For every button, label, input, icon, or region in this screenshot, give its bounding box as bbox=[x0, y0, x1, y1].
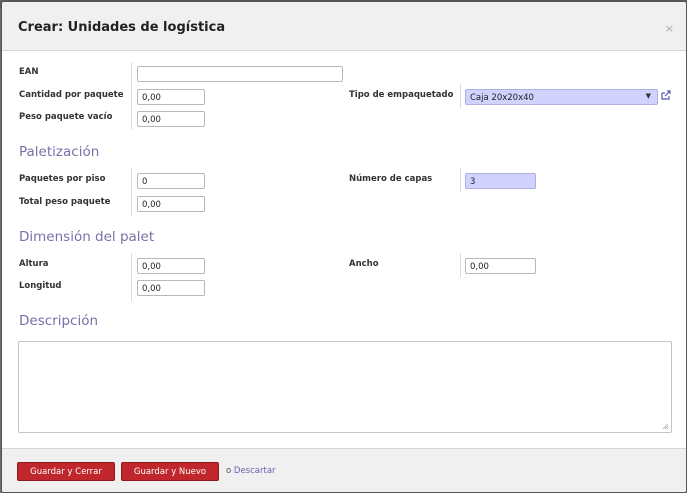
save-close-button[interactable]: Guardar y Cerrar bbox=[17, 462, 115, 481]
ean-label: EAN bbox=[19, 67, 39, 77]
tipo-empaquetado-value: Caja 20x20x40 bbox=[470, 93, 534, 103]
dialog-title: Crear: Unidades de logística bbox=[18, 20, 226, 35]
or-text: o bbox=[226, 466, 232, 476]
label-divider bbox=[460, 84, 461, 108]
external-link-icon[interactable] bbox=[661, 90, 671, 100]
ancho-label: Ancho bbox=[349, 259, 379, 269]
save-new-button[interactable]: Guardar y Nuevo bbox=[121, 462, 219, 481]
label-divider bbox=[131, 62, 132, 130]
peso-paquete-vacio-label: Peso paquete vacío bbox=[19, 112, 113, 122]
chevron-down-icon[interactable]: ▼ bbox=[646, 92, 651, 100]
label-divider bbox=[460, 168, 461, 192]
longitud-field[interactable]: 0,00 bbox=[137, 280, 205, 296]
discard-group: o Descartar bbox=[226, 466, 276, 476]
cantidad-por-paquete-field[interactable]: 0,00 bbox=[137, 89, 205, 105]
paquetes-por-piso-label: Paquetes por piso bbox=[19, 174, 106, 184]
altura-field[interactable]: 0,00 bbox=[137, 258, 205, 274]
cantidad-por-paquete-label: Cantidad por paquete bbox=[19, 90, 124, 100]
descripcion-textarea[interactable] bbox=[18, 341, 672, 433]
label-divider bbox=[131, 253, 132, 301]
paletizacion-title: Paletización bbox=[19, 144, 100, 160]
total-peso-paquete-label: Total peso paquete bbox=[19, 197, 111, 207]
total-peso-paquete-field[interactable]: 0,00 bbox=[137, 196, 205, 212]
discard-link[interactable]: Descartar bbox=[234, 466, 276, 476]
peso-paquete-vacio-field[interactable]: 0,00 bbox=[137, 111, 205, 127]
dialog-footer: Guardar y Cerrar Guardar y Nuevo o Desca… bbox=[2, 448, 686, 492]
paquetes-por-piso-field[interactable]: 0 bbox=[137, 173, 205, 189]
close-icon[interactable]: × bbox=[665, 22, 674, 35]
longitud-label: Longitud bbox=[19, 281, 62, 291]
dimension-title: Dimensión del palet bbox=[19, 229, 155, 245]
dialog-header: Crear: Unidades de logística × bbox=[2, 2, 686, 51]
resize-grip-icon[interactable] bbox=[662, 423, 669, 430]
numero-de-capas-field[interactable]: 3 bbox=[465, 173, 536, 189]
ancho-field[interactable]: 0,00 bbox=[465, 258, 536, 274]
altura-label: Altura bbox=[19, 259, 49, 269]
ean-field[interactable] bbox=[137, 66, 343, 82]
tipo-empaquetado-select[interactable]: Caja 20x20x40 ▼ bbox=[465, 89, 658, 105]
label-divider bbox=[460, 253, 461, 277]
tipo-empaquetado-label: Tipo de empaquetado bbox=[349, 90, 454, 100]
descripcion-title: Descripción bbox=[19, 313, 99, 329]
create-dialog: Crear: Unidades de logística × EAN Canti… bbox=[1, 1, 687, 493]
numero-de-capas-label: Número de capas bbox=[349, 174, 433, 184]
label-divider bbox=[131, 168, 132, 216]
